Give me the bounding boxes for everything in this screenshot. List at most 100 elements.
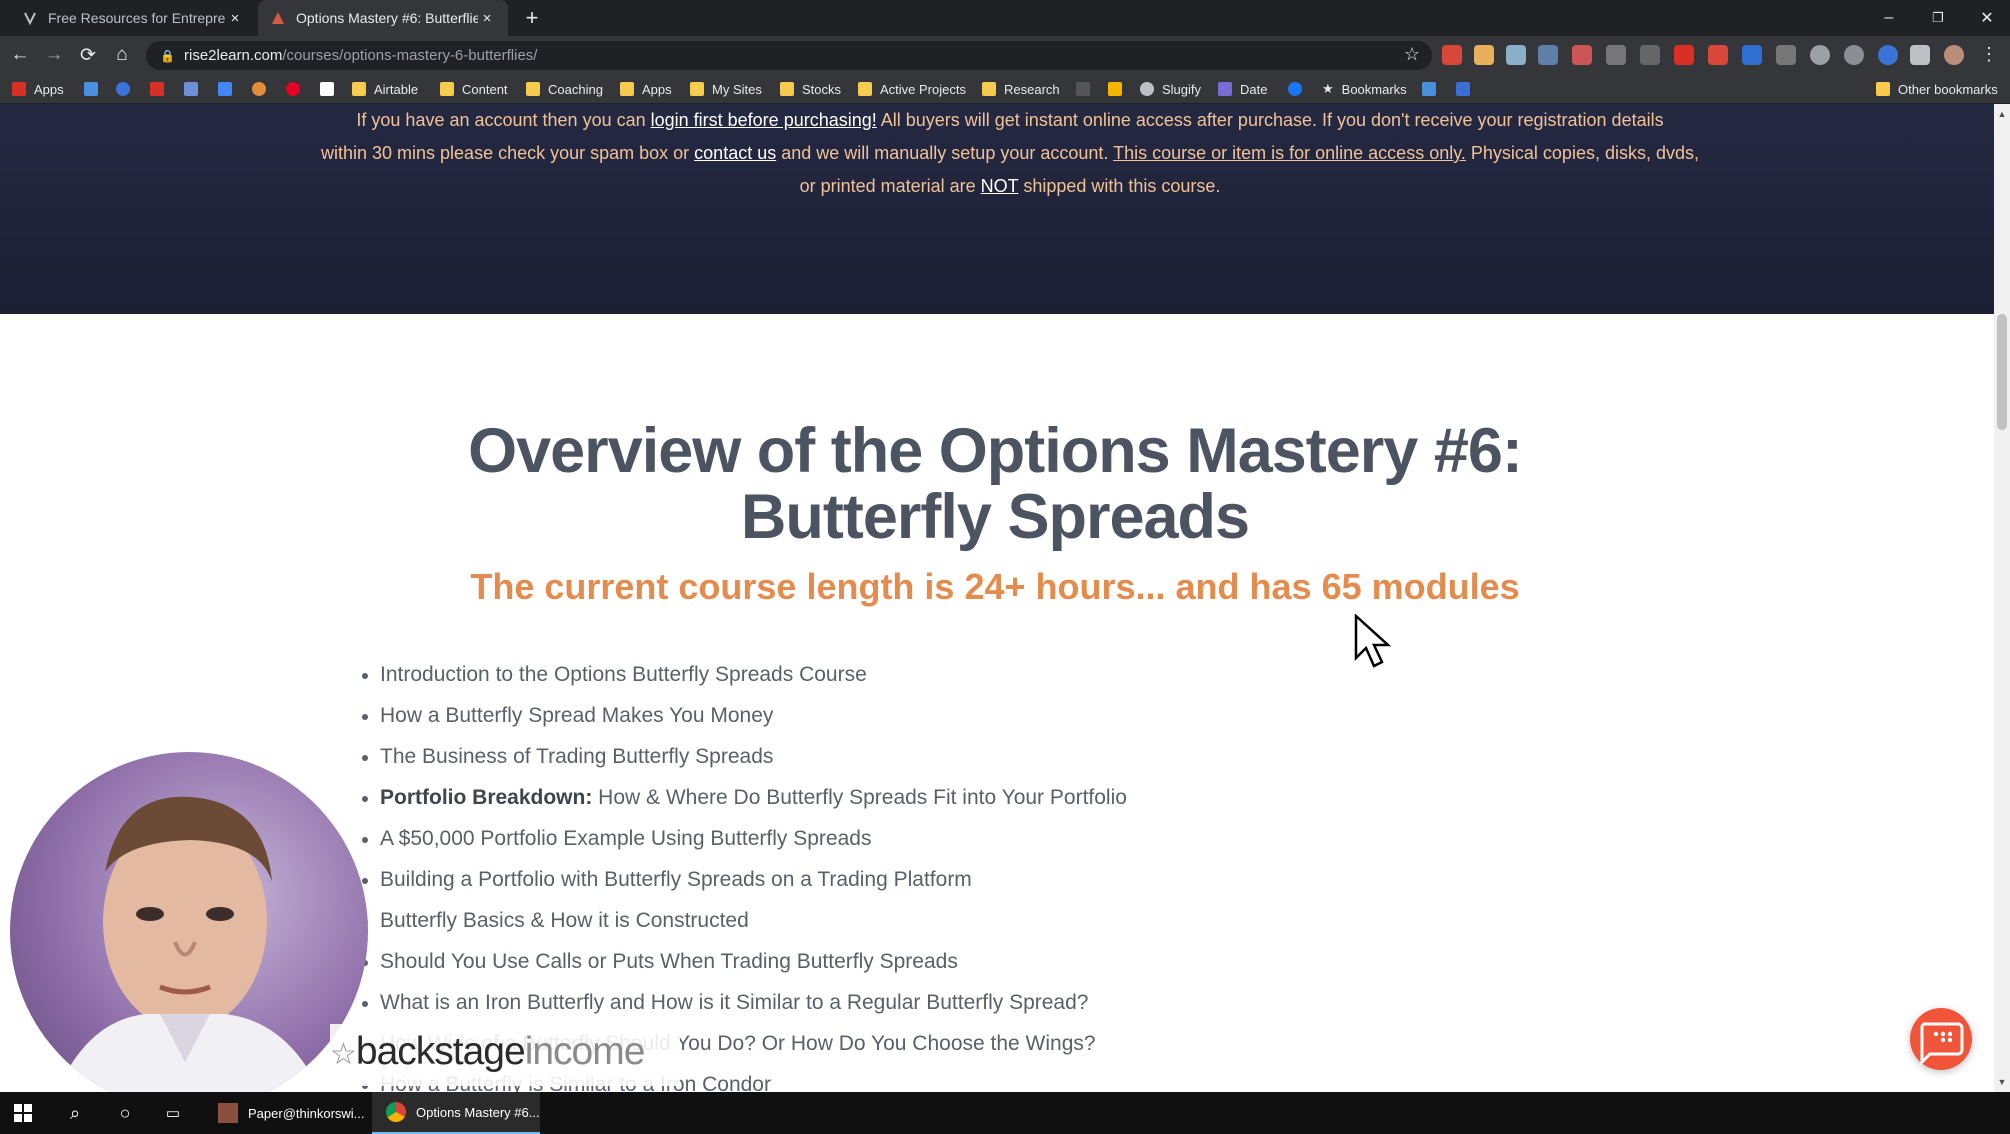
bookmark-research[interactable]: Research [982,78,1060,100]
bookmark-pinterest[interactable] [286,78,308,100]
bookmark-star-icon[interactable]: ☆ [1404,44,1420,65]
notice-text: Physical copies, disks, dvds, [1465,143,1699,163]
extension-icon[interactable] [1606,45,1626,65]
tab-options-mastery[interactable]: Options Mastery #6: Butterflies × [258,0,508,36]
extension-icon[interactable] [1442,45,1462,65]
restore-button[interactable]: ❐ [1915,0,1961,36]
windows-start-icon[interactable] [10,1092,36,1134]
contact-us-link[interactable]: contact us [694,143,776,163]
search-icon[interactable]: ⌕ [62,1092,88,1134]
bookmark-date[interactable]: Date [1218,78,1267,100]
bookmark-apps-folder[interactable]: Apps [620,78,672,100]
taskbar-item-chrome[interactable]: Options Mastery #6... [372,1092,540,1134]
bookmark-airtable[interactable]: Airtable [352,78,418,100]
bookmark-mail[interactable] [184,78,206,100]
purchase-notice: If you have an account then you can logi… [320,104,1700,203]
tab-close-icon[interactable]: × [478,10,496,27]
close-window-button[interactable]: ✕ [1964,0,2010,36]
notice-text: within 30 mins please check your spam bo… [320,143,695,163]
other-bookmarks[interactable]: Other bookmarks [1876,78,1998,100]
bookmark-stocks[interactable]: Stocks [780,78,841,100]
gmail-icon [150,82,164,96]
notice-line: or printed material are NOT shipped with… [320,170,1700,203]
scroll-thumb[interactable] [1997,314,2007,430]
folder-icon [690,82,704,96]
folder-icon [982,82,996,96]
bookmark-content[interactable]: Content [440,78,508,100]
calendar-icon [1218,82,1232,96]
folder-icon [440,82,454,96]
bookmark-link[interactable] [1076,78,1098,100]
bookmark-calendar[interactable] [218,78,240,100]
bookmark-site[interactable] [252,78,274,100]
bookmark-my-sites[interactable]: My Sites [690,78,762,100]
bookmark-icon-row[interactable] [84,78,106,100]
reload-button[interactable]: ⟳ [75,42,101,68]
back-button[interactable]: ← [7,42,33,68]
facebook-icon [1288,82,1302,96]
extension-icon[interactable] [1640,45,1660,65]
list-item: The Business of Trading Butterfly Spread… [362,740,1562,781]
forward-button[interactable]: → [41,42,67,68]
list-item: Portfolio Breakdown: How & Where Do Butt… [362,781,1562,822]
tab-close-icon[interactable]: × [226,10,244,27]
site-icon [1456,82,1470,96]
home-button[interactable]: ⌂ [109,42,135,68]
extension-icon[interactable] [1506,45,1526,65]
trello-icon [1422,82,1436,96]
bookmark-active-projects[interactable]: Active Projects [858,78,966,100]
bookmark-apps[interactable]: Apps [12,78,64,100]
extension-icon[interactable] [1708,45,1728,65]
star-icon: ★ [1322,81,1334,96]
folder-icon [858,82,872,96]
scroll-down-icon[interactable]: ▼ [1994,1074,2010,1090]
extension-icon[interactable] [1474,45,1494,65]
list-item: Butterfly Basics & How it is Constructed [362,904,1562,945]
url-path: /courses/options-mastery-6-butterflies/ [282,47,538,64]
puzzle-icon[interactable] [1910,45,1930,65]
bookmark-facebook[interactable] [1288,78,1310,100]
bookmark-icon-row[interactable] [116,78,138,100]
logo-star-icon: ☆ [330,1038,357,1071]
bookmark-gmail[interactable] [150,78,172,100]
drive-icon [1108,82,1122,96]
wordpress-icon [1140,82,1154,96]
list-item: A $50,000 Portfolio Example Using Butter… [362,822,1562,863]
taskbar-item-thinkorswim[interactable]: Paper@thinkorswi... [212,1092,368,1134]
notice-text: If you have an account then you can [356,110,651,130]
bookmark-slugify[interactable]: Slugify [1140,78,1201,100]
list-item: Building a Portfolio with Butterfly Spre… [362,863,1562,904]
folder-icon [352,82,366,96]
cortana-icon[interactable]: ○ [112,1092,138,1134]
extension-icon[interactable] [1776,45,1796,65]
bookmark-bookmarks[interactable]: ★ Bookmarks [1322,78,1407,100]
minimize-button[interactable]: – [1866,0,1912,36]
address-bar[interactable]: 🔒 rise2learn.com/courses/options-mastery… [146,41,1432,70]
scroll-up-icon[interactable]: ▲ [1994,106,2010,122]
extension-icon[interactable] [1810,45,1830,65]
bookmark-notion[interactable] [320,78,342,100]
page-scrollbar[interactable] [1994,104,2010,1092]
bookmark-drive[interactable] [1108,78,1130,100]
chat-widget-button[interactable] [1910,1008,1972,1070]
extension-icon[interactable] [1674,45,1694,65]
course-length-heading: The current course length is 24+ hours..… [470,566,1520,607]
new-tab-button[interactable]: + [518,0,546,36]
bookmark-coaching[interactable]: Coaching [526,78,603,100]
url-host: rise2learn.com [184,47,283,64]
bookmark-site[interactable] [1456,78,1478,100]
backstage-income-logo: ☆backstageincome [330,1030,645,1073]
extension-icon[interactable] [1572,45,1592,65]
extension-icon[interactable] [1878,45,1898,65]
menu-dots-icon[interactable]: ⋮ [1980,44,1998,65]
pinterest-icon [286,82,300,96]
online-access-link[interactable]: This course or item is for online access… [1113,143,1466,163]
bookmark-trello[interactable] [1422,78,1444,100]
tab-free-resources[interactable]: Free Resources for Entrepreneurs × [10,0,256,36]
extension-icon[interactable] [1844,45,1864,65]
extension-icon[interactable] [1538,45,1558,65]
avatar[interactable] [1944,45,1964,65]
task-view-icon[interactable]: ▭ [160,1092,186,1134]
extension-icon[interactable] [1742,45,1762,65]
login-link[interactable]: login first before purchasing! [651,110,877,130]
